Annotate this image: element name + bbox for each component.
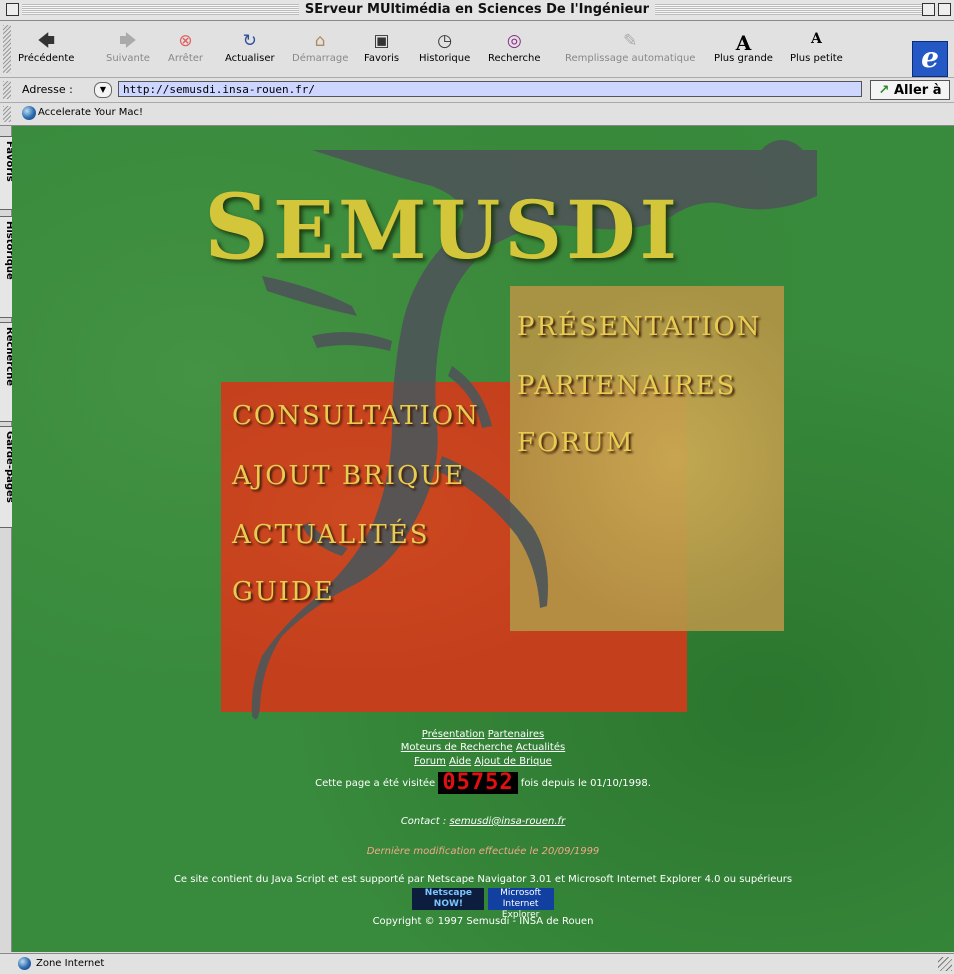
footer-links-row-2: Moteurs de Recherche Actualités [12, 742, 954, 753]
window-title: SErveur MUltimédia en Sciences De l'Ingé… [298, 2, 656, 17]
favorites-bar-grip[interactable] [3, 106, 11, 122]
internet-zone-icon [18, 957, 31, 970]
autofill-label: Remplissage automatique [565, 53, 696, 64]
netscape-now-badge[interactable]: Netscape NOW! [412, 888, 485, 910]
menu-actualites[interactable]: ACTUALITÉS [232, 520, 430, 550]
address-bar-grip[interactable] [3, 81, 11, 99]
go-label: Aller à [893, 83, 942, 98]
menu-partenaires[interactable]: PARTENAIRES [517, 371, 737, 401]
visit-counter-line: Cette page a été visitée 05752 fois depu… [12, 772, 954, 794]
menu-consultation[interactable]: CONSULTATION [232, 401, 480, 431]
stop-button[interactable]: ⊗ Arrêter [168, 31, 203, 64]
menu-ajout-brique[interactable]: AJOUT BRIQUE [232, 461, 465, 491]
contact-line: Contact : semusdi@insa-rouen.fr [12, 816, 954, 827]
logo-first-letter: S [204, 174, 273, 280]
footer-link-aide[interactable]: Aide [449, 756, 471, 767]
larger-text-icon: A [735, 31, 752, 55]
address-label: Adresse : [22, 83, 73, 96]
footer-link-presentation[interactable]: Présentation [422, 729, 485, 740]
back-arrow-icon: 🡄 [37, 31, 56, 51]
smaller-text-icon: A [810, 31, 822, 47]
footer-link-partenaires[interactable]: Partenaires [488, 729, 544, 740]
status-bar: Zone Internet [0, 953, 954, 974]
browser-toolbar: 🡄 Précédente 🡆 Suivante ⊗ Arrêter ↻ Actu… [0, 21, 954, 78]
forward-label: Suivante [106, 53, 150, 64]
refresh-button[interactable]: ↻ Actualiser [225, 31, 275, 64]
visits-prefix: Cette page a été visitée [315, 778, 436, 789]
footer-link-actualites[interactable]: Actualités [516, 742, 565, 753]
globe-icon [22, 106, 36, 120]
search-button[interactable]: ◎ Recherche [488, 31, 541, 64]
visits-suffix: fois depuis le 01/10/1998. [520, 778, 651, 789]
menu-guide[interactable]: GUIDE [232, 577, 335, 607]
search-label: Recherche [488, 53, 541, 64]
forward-button[interactable]: 🡆 Suivante [106, 31, 150, 64]
footer-link-forum[interactable]: Forum [414, 756, 446, 767]
larger-text-label: Plus grande [714, 53, 773, 64]
autofill-button[interactable]: ✎ Remplissage automatique [565, 31, 695, 64]
history-button[interactable]: ◷ Historique [419, 31, 470, 64]
refresh-label: Actualiser [225, 53, 275, 64]
home-icon: ⌂ [314, 31, 326, 51]
window-resize-handle[interactable] [938, 957, 952, 971]
autofill-icon: ✎ [623, 31, 638, 51]
larger-text-button[interactable]: A Plus grande [714, 31, 773, 64]
menu-forum[interactable]: FORUM [517, 428, 634, 458]
home-label: Démarrage [292, 53, 349, 64]
visit-counter: 05752 [438, 772, 518, 794]
address-history-dropdown[interactable]: ▼ [94, 82, 112, 98]
address-bar: Adresse : ▼ http://semusdi.insa-rouen.fr… [0, 78, 954, 103]
contact-email-link[interactable]: semusdi@insa-rouen.fr [449, 816, 565, 827]
compatibility-note: Ce site contient du Java Script et est s… [173, 874, 793, 885]
favorite-accelerate-your-mac[interactable]: Accelerate Your Mac! [38, 107, 143, 118]
search-icon: ◎ [506, 31, 522, 51]
logo-rest: EMUSDI [273, 183, 681, 277]
back-label: Précédente [18, 53, 75, 64]
footer-links-row-3: Forum Aide Ajout de Brique [12, 756, 954, 767]
favorites-button[interactable]: ▣ Favoris [364, 31, 399, 64]
history-icon: ◷ [437, 31, 453, 51]
home-button[interactable]: ⌂ Démarrage [292, 31, 348, 64]
internet-explorer-logo[interactable]: e [912, 41, 948, 77]
contact-label: Contact : [400, 816, 447, 827]
footer-link-ajout-brique[interactable]: Ajout de Brique [474, 756, 551, 767]
stop-icon: ⊗ [178, 31, 193, 51]
back-button[interactable]: 🡄 Précédente [18, 31, 74, 64]
smaller-text-label: Plus petite [790, 53, 843, 64]
favorites-label: Favoris [364, 53, 400, 64]
history-label: Historique [419, 53, 471, 64]
favorites-bar: Accelerate Your Mac! [0, 103, 954, 126]
favorites-icon: ▣ [373, 31, 390, 51]
go-button[interactable]: ↗ Aller à [870, 80, 950, 100]
go-arrow-icon: ↗ [878, 83, 890, 98]
smaller-text-button[interactable]: A Plus petite [790, 31, 843, 64]
last-modified: Dernière modification effectuée le 20/09… [366, 846, 600, 857]
ie-badge[interactable]: Microsoft Internet Explorer [487, 888, 554, 920]
window-title-bar[interactable]: SErveur MUltimédia en Sciences De l'Ingé… [0, 0, 954, 21]
site-logo: SEMUSDI [204, 174, 681, 280]
forward-arrow-icon: 🡆 [119, 31, 137, 51]
stop-label: Arrêter [168, 53, 204, 64]
page-content: SEMUSDI PRÉSENTATION PARTENAIRES FORUM C… [12, 126, 954, 952]
footer-link-moteurs[interactable]: Moteurs de Recherche [401, 742, 513, 753]
refresh-icon: ↻ [242, 31, 257, 51]
toolbar-grip[interactable] [3, 25, 11, 73]
browser-badges: Netscape NOW! Microsoft Internet Explore… [12, 888, 954, 920]
menu-presentation[interactable]: PRÉSENTATION [517, 312, 762, 342]
copyright: Copyright © 1997 Semusdi - INSA de Rouen [372, 916, 594, 927]
explorer-side-tabs: Favoris Historique Recherche Garde-pages [0, 126, 25, 952]
footer-links-row-1: Présentation Partenaires [12, 729, 954, 740]
security-zone-label: Zone Internet [36, 958, 105, 969]
address-input[interactable]: http://semusdi.insa-rouen.fr/ [118, 81, 862, 97]
